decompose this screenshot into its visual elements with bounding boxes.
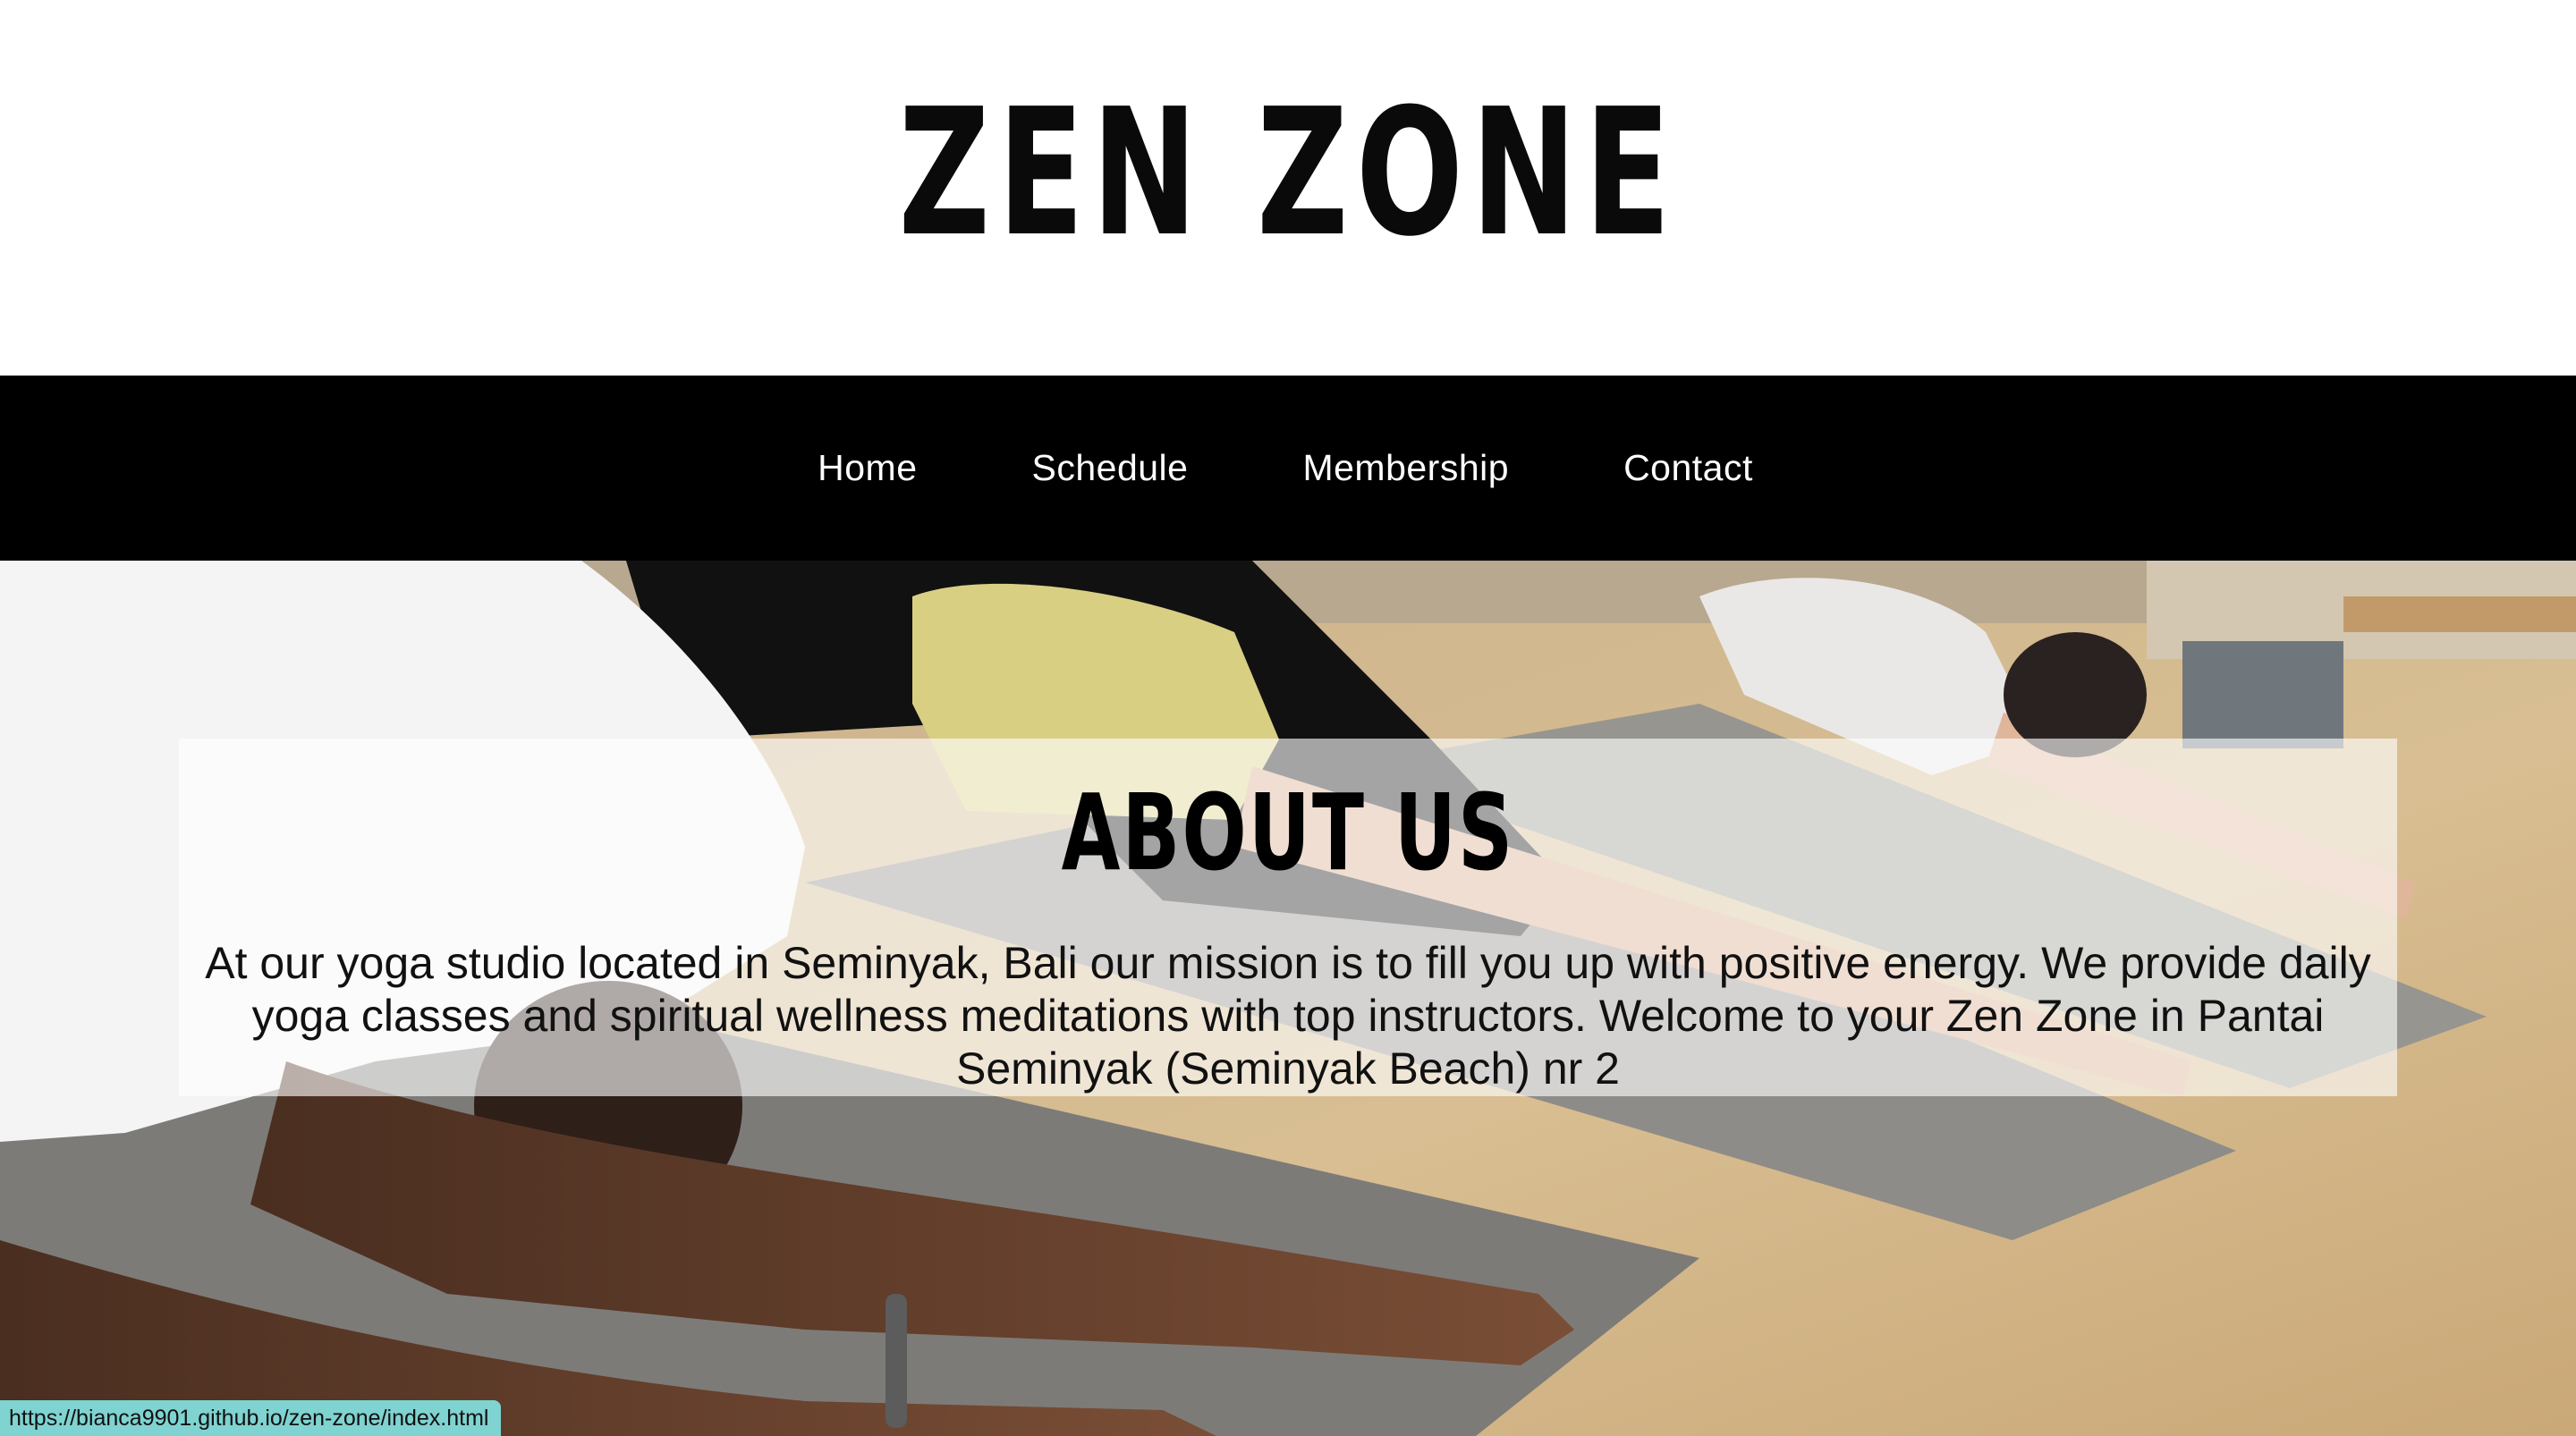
page: ZEN ZONE Home Schedule Membership Contac… [0, 0, 2576, 1436]
nav-link-home[interactable]: Home [818, 447, 917, 489]
status-bar-url: https://bianca9901.github.io/zen-zone/in… [0, 1400, 502, 1436]
brand-logo[interactable]: ZEN ZONE [898, 86, 1678, 261]
nav-link-schedule[interactable]: Schedule [1032, 447, 1189, 489]
main-nav: Home Schedule Membership Contact [0, 376, 2576, 561]
nav-link-contact[interactable]: Contact [1623, 447, 1753, 489]
about-title: ABOUT US [1061, 771, 1515, 894]
about-section: ABOUT US At our yoga studio located in S… [179, 739, 2397, 1096]
about-text: At our yoga studio located in Seminyak, … [205, 938, 2371, 1094]
nav-link-membership[interactable]: Membership [1302, 447, 1509, 489]
nav-list: Home Schedule Membership Contact [760, 447, 1810, 489]
site-header: ZEN ZONE [0, 0, 2576, 376]
